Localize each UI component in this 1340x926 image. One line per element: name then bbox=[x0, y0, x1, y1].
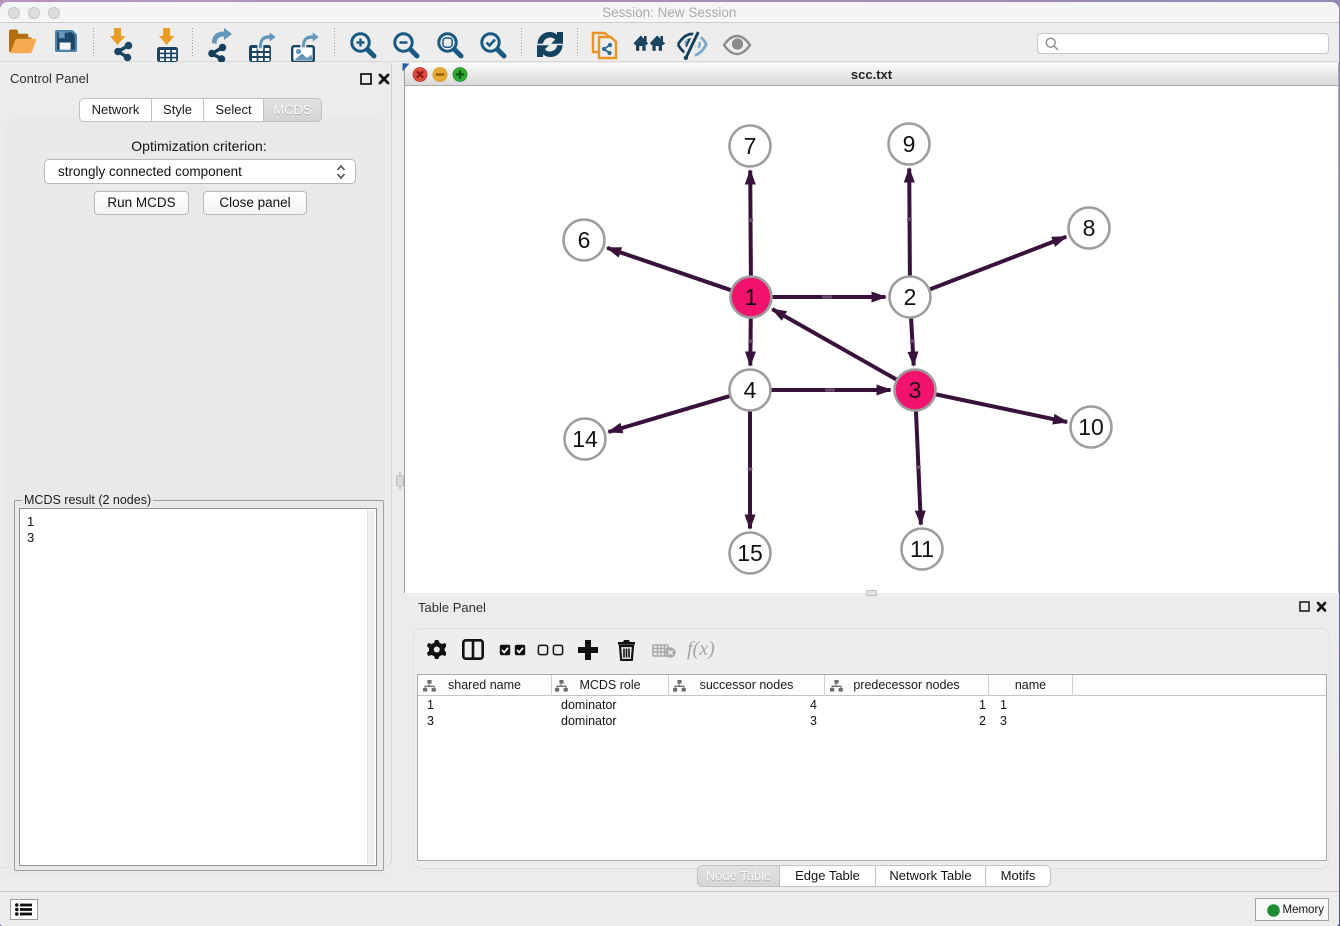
svg-text:9: 9 bbox=[903, 131, 916, 157]
svg-text:7: 7 bbox=[744, 133, 757, 159]
svg-text:8: 8 bbox=[1083, 215, 1096, 241]
svg-text:4: 4 bbox=[744, 377, 757, 403]
svg-text:14: 14 bbox=[572, 426, 598, 452]
svg-text:2: 2 bbox=[904, 284, 917, 310]
svg-text:10: 10 bbox=[1078, 414, 1104, 440]
svg-text:15: 15 bbox=[737, 540, 763, 566]
svg-text:6: 6 bbox=[578, 227, 591, 253]
svg-text:1: 1 bbox=[745, 284, 758, 310]
svg-text:11: 11 bbox=[910, 536, 934, 562]
svg-text:3: 3 bbox=[909, 377, 922, 403]
